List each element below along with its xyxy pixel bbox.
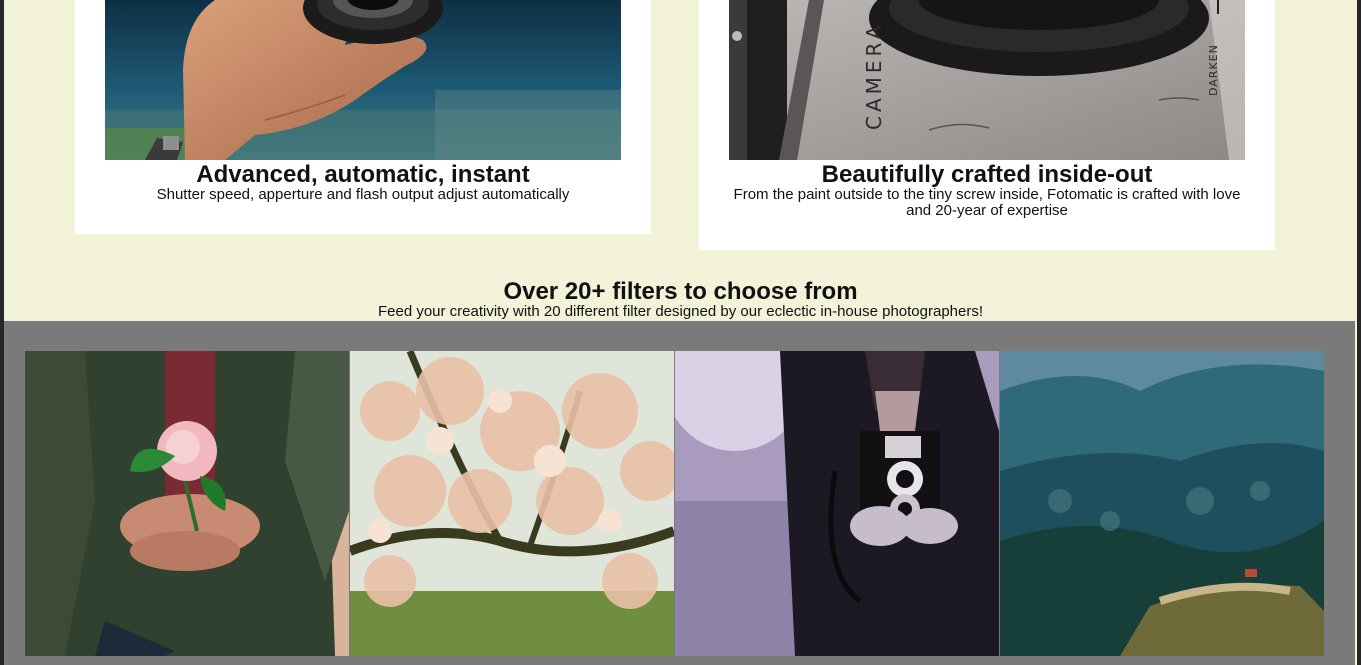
camera-closeup-photo: CAMERA DARKEN xyxy=(729,0,1245,160)
gallery-photo-mountains xyxy=(1000,351,1324,656)
filters-section-title: Over 20+ filters to choose from xyxy=(503,278,858,305)
camera-label-text: CAMERA xyxy=(862,22,886,130)
feature-title: Beautifully crafted inside-out xyxy=(821,161,1153,188)
page: Advanced, automatic, instant Shutter spe… xyxy=(4,0,1357,665)
filters-gallery xyxy=(4,321,1355,665)
darken-label-text: DARKEN xyxy=(1207,44,1220,96)
feature-description: Shutter speed, apperture and flash outpu… xyxy=(156,186,570,203)
filters-section-subtitle: Feed your creativity with 20 different f… xyxy=(377,303,984,320)
feature-card-automatic: Advanced, automatic, instant Shutter spe… xyxy=(75,0,651,234)
feature-description: From the paint outside to the tiny screw… xyxy=(733,186,1241,219)
hand-holding-lens-photo xyxy=(105,0,621,160)
gallery-photo-photographer xyxy=(675,351,999,656)
feature-title: Advanced, automatic, instant xyxy=(196,161,530,188)
gallery-photo-flower xyxy=(25,351,349,656)
gallery-photo-blossom xyxy=(350,351,674,656)
feature-card-crafted: CAMERA DARKEN Beautifully crafted inside… xyxy=(699,0,1275,250)
